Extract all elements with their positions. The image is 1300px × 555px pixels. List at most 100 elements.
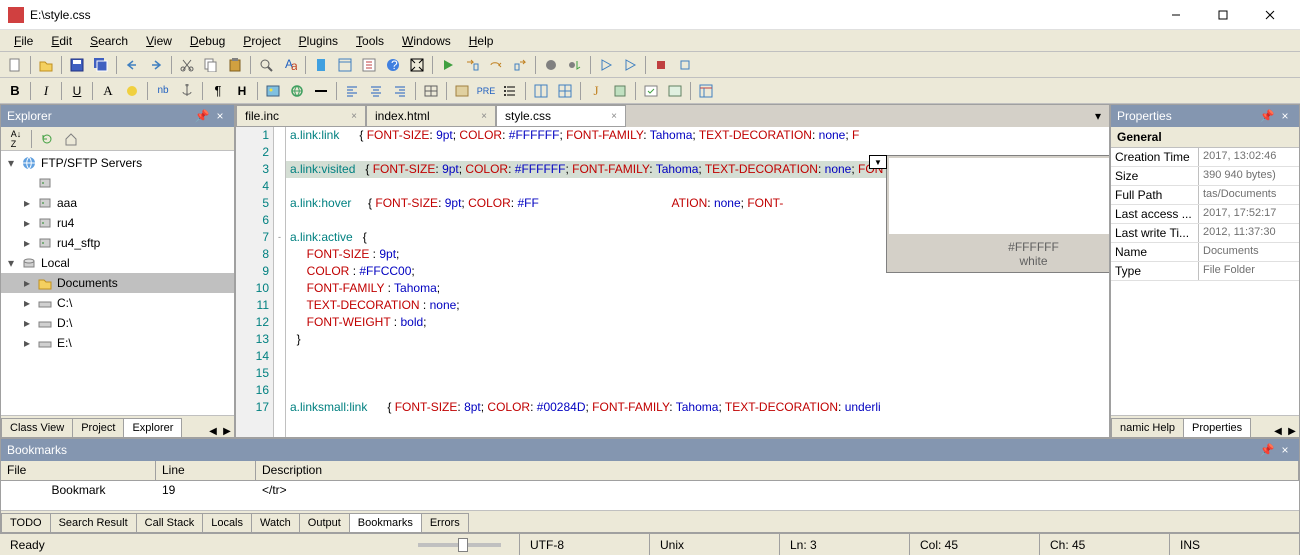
tab-nav-left-icon[interactable]: ◀	[1271, 426, 1285, 437]
paragraph-icon[interactable]: ¶	[207, 80, 229, 102]
align-center-icon[interactable]	[365, 80, 387, 102]
editor-tab[interactable]: index.html×	[366, 105, 496, 127]
property-row[interactable]: Last access ...2017, 17:52:17	[1111, 205, 1299, 224]
paste-icon[interactable]	[224, 54, 246, 76]
property-row[interactable]: NameDocuments	[1111, 243, 1299, 262]
save-icon[interactable]	[66, 54, 88, 76]
style-icon[interactable]	[609, 80, 631, 102]
play-icon[interactable]	[595, 54, 617, 76]
property-row[interactable]: Last write Ti...2012, 11:37:30	[1111, 224, 1299, 243]
tree-item[interactable]: ▾FTP/SFTP Servers	[1, 153, 234, 173]
play2-icon[interactable]	[619, 54, 641, 76]
sort-icon[interactable]: A↓Z	[5, 128, 27, 150]
bottom-tab[interactable]: Search Result	[50, 513, 137, 532]
panel-close-icon[interactable]: ×	[1277, 108, 1293, 124]
explorer-tab[interactable]: Explorer	[123, 418, 182, 437]
tree-item[interactable]: ▸Documents	[1, 273, 234, 293]
breakpoint-list-icon[interactable]	[564, 54, 586, 76]
italic-icon[interactable]: I	[35, 80, 57, 102]
col-line[interactable]: Line	[156, 461, 256, 480]
minimize-button[interactable]	[1153, 1, 1198, 29]
editor-tab[interactable]: style.css×	[496, 105, 626, 127]
menu-windows[interactable]: Windows	[394, 32, 459, 50]
status-ch[interactable]: Ch: 45	[1040, 534, 1170, 555]
bottom-tab[interactable]: Watch	[251, 513, 300, 532]
close-button[interactable]	[1247, 1, 1292, 29]
align-right-icon[interactable]	[389, 80, 411, 102]
col-file[interactable]: File	[1, 461, 156, 480]
status-eol[interactable]: Unix	[650, 534, 780, 555]
zoom-slider[interactable]	[400, 534, 520, 555]
anchor-icon[interactable]	[176, 80, 198, 102]
bookmark-toggle-icon[interactable]	[310, 54, 332, 76]
properties-grid[interactable]: General Creation Time2017, 13:02:46Size3…	[1111, 127, 1299, 415]
find-icon[interactable]	[255, 54, 277, 76]
explorer-tab[interactable]: Class View	[1, 418, 73, 437]
status-col[interactable]: Col: 45	[910, 534, 1040, 555]
editor-tab[interactable]: file.inc×	[236, 105, 366, 127]
tree-item[interactable]: ▸D:\	[1, 313, 234, 333]
pin-icon[interactable]: 📌	[1259, 108, 1275, 124]
underline-icon[interactable]: U	[66, 80, 88, 102]
find-replace-icon[interactable]: Aa	[279, 54, 301, 76]
step-into-icon[interactable]	[461, 54, 483, 76]
status-line[interactable]: Ln: 3	[780, 534, 910, 555]
script-icon[interactable]: J	[585, 80, 607, 102]
cut-icon[interactable]	[176, 54, 198, 76]
bookmarks-list[interactable]: Bookmark 19 </tr>	[1, 481, 1299, 510]
run-icon[interactable]	[437, 54, 459, 76]
link-icon[interactable]	[286, 80, 308, 102]
tree-item[interactable]: ▸ru4_sftp	[1, 233, 234, 253]
tab-nav-left-icon[interactable]: ◀	[206, 426, 220, 437]
tab-nav-right-icon[interactable]: ▶	[1285, 426, 1299, 437]
menu-plugins[interactable]: Plugins	[291, 32, 346, 50]
tab-close-icon[interactable]: ×	[351, 111, 357, 122]
stop-icon[interactable]	[674, 54, 696, 76]
tab-close-icon[interactable]: ×	[611, 111, 617, 122]
home-icon[interactable]	[60, 128, 82, 150]
bottom-tab[interactable]: Locals	[202, 513, 252, 532]
refresh-icon[interactable]	[36, 128, 58, 150]
menu-help[interactable]: Help	[461, 32, 502, 50]
bottom-tab[interactable]: Bookmarks	[349, 513, 422, 532]
pre-icon[interactable]: PRE	[475, 80, 497, 102]
bookmark-row[interactable]: Bookmark 19 </tr>	[1, 481, 1299, 499]
preview-icon[interactable]	[358, 54, 380, 76]
bold-icon[interactable]: B	[4, 80, 26, 102]
bottom-tab[interactable]: Output	[299, 513, 350, 532]
bottom-tab[interactable]: Call Stack	[136, 513, 204, 532]
property-row[interactable]: Size390 940 bytes)	[1111, 167, 1299, 186]
status-encoding[interactable]: UTF-8	[520, 534, 650, 555]
tooltip-dropdown-icon[interactable]: ▼	[869, 155, 887, 169]
fullscreen-icon[interactable]	[406, 54, 428, 76]
font-icon[interactable]: A	[97, 80, 119, 102]
properties-tab[interactable]: namic Help	[1111, 418, 1184, 437]
tree-item[interactable]: ▸ru4	[1, 213, 234, 233]
menu-view[interactable]: View	[138, 32, 180, 50]
tree-item[interactable]	[1, 173, 234, 193]
property-row[interactable]: TypeFile Folder	[1111, 262, 1299, 281]
menu-tools[interactable]: Tools	[348, 32, 392, 50]
nbsp-icon[interactable]: nb	[152, 80, 174, 102]
help-icon[interactable]: ?	[382, 54, 404, 76]
window-icon[interactable]	[334, 54, 356, 76]
breakpoint-icon[interactable]	[540, 54, 562, 76]
property-row[interactable]: Full Pathtas/Documents	[1111, 186, 1299, 205]
tree-item[interactable]: ▸C:\	[1, 293, 234, 313]
menu-search[interactable]: Search	[82, 32, 136, 50]
open-icon[interactable]	[35, 54, 57, 76]
image-icon[interactable]	[262, 80, 284, 102]
record-icon[interactable]	[650, 54, 672, 76]
properties-tab[interactable]: Properties	[1183, 418, 1251, 437]
heading-icon[interactable]: H	[231, 80, 253, 102]
tidy-icon[interactable]	[664, 80, 686, 102]
new-file-icon[interactable]	[4, 54, 26, 76]
step-out-icon[interactable]	[509, 54, 531, 76]
align-left-icon[interactable]	[341, 80, 363, 102]
tab-dropdown-icon[interactable]: ▾	[1087, 105, 1109, 127]
validate-icon[interactable]	[640, 80, 662, 102]
pin-icon[interactable]: 📌	[194, 108, 210, 124]
copy-icon[interactable]	[200, 54, 222, 76]
font-color-icon[interactable]	[121, 80, 143, 102]
bottom-tab[interactable]: Errors	[421, 513, 469, 532]
